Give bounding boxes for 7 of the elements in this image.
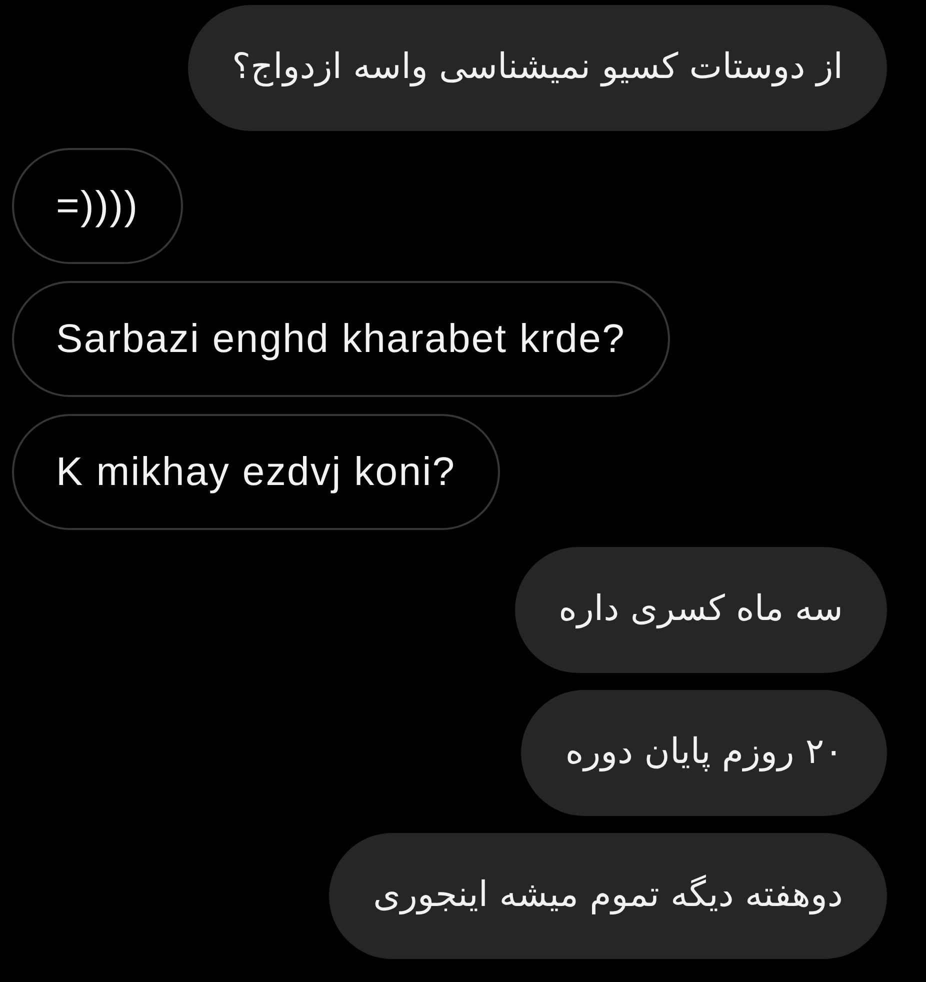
message-text: دوهفته دیگه تموم میشه اینجوری (373, 874, 843, 918)
message-text: Sarbazi enghd kharabet krde? (56, 316, 626, 363)
message-text: سه ماه کسری داره (558, 588, 843, 632)
message-text: K mikhay ezdvj koni? (56, 449, 456, 496)
message-text: از دوستات کسیو نمیشناسی واسه ازدواج؟ (232, 46, 843, 90)
message-text: ۲۰ روزم پایان دوره (565, 731, 843, 774)
message-text: =)))) (56, 183, 139, 230)
